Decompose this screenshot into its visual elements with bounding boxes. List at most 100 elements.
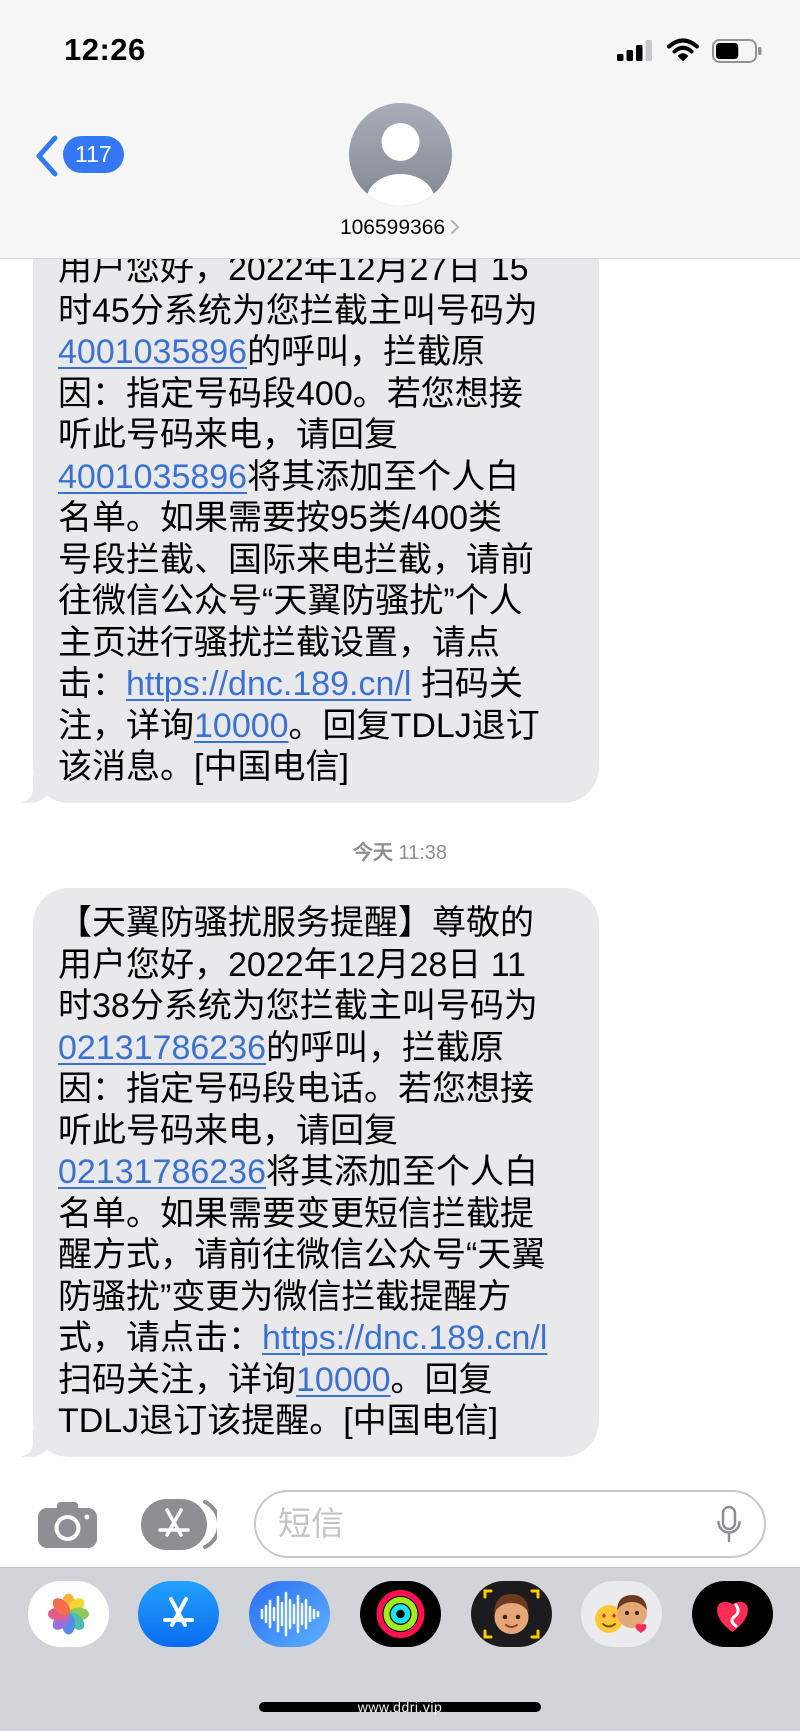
message-text: 的呼叫，拦截原 [247, 333, 486, 371]
app-store-icon[interactable] [141, 1499, 217, 1550]
message-line: 因：指定号码段电话。若您想接 [58, 1069, 579, 1111]
microphone-icon[interactable] [716, 1505, 742, 1543]
battery-icon [712, 39, 762, 63]
message-line: 4001035896将其添加至个人白 [58, 457, 579, 499]
message-text: 号段拦截、国际来电拦截，请前 [58, 540, 534, 579]
audio-message-app-button[interactable] [249, 1581, 330, 1647]
message-line: 主页进行骚扰拦截设置，请点 [58, 623, 579, 665]
message-line: 4001035896的呼叫，拦截原 [58, 332, 579, 374]
signal-bar [626, 50, 633, 61]
message-line: 02131786236的呼叫，拦截原 [58, 1028, 579, 1070]
message-line: 名单。如果需要按95类/400类 [58, 498, 579, 540]
message-input[interactable] [278, 1492, 678, 1556]
message-timestamp: 今天 11:38 [0, 840, 800, 866]
memoji-app-button[interactable] [471, 1581, 552, 1647]
message-input-field[interactable] [254, 1490, 766, 1558]
message-text: 注，详询 [58, 706, 194, 745]
signal-bar [636, 45, 643, 61]
message-line: 名单。如果需要变更短信拦截提 [58, 1194, 579, 1236]
message-link[interactable]: 4001035896 [58, 333, 247, 371]
message-line: 醒方式，请前往微信公众号“天翼 [58, 1235, 579, 1277]
memoji-icon [483, 1589, 540, 1639]
photos-icon [48, 1593, 89, 1635]
message-text: 扫码关 [411, 665, 523, 703]
message-link[interactable]: https://dnc.189.cn/l [262, 1319, 547, 1357]
message-line: 听此号码来电，请回复 [58, 1111, 579, 1153]
chevron-right-icon [451, 220, 460, 234]
message-line: 防骚扰”变更为微信拦截提醒方 [58, 1277, 579, 1319]
message-text: 的呼叫，拦截原 [266, 1028, 505, 1067]
message-line: 02131786236将其添加至个人白 [58, 1152, 579, 1194]
watermark: www.ddri.vip [357, 1699, 443, 1715]
message-text: 醒方式，请前往微信公众号“天翼 [58, 1236, 546, 1274]
message-text: 扫码关注，详询 [58, 1360, 296, 1399]
message-line: 号段拦截、国际来电拦截，请前 [58, 540, 579, 582]
camera-icon[interactable] [36, 1500, 99, 1550]
memoji-stickers-icon [595, 1595, 647, 1633]
message-text: 用户您好，2022年12月28日 11 [58, 945, 527, 984]
message-body: 【天翼防骚扰服务提醒】尊敬的 用户您好，2022年12月28日 11 时38分系统为… [58, 903, 579, 1443]
timestamp-day: 今天 [352, 842, 393, 864]
contact-avatar[interactable] [349, 103, 452, 206]
message-link[interactable]: 10000 [296, 1361, 391, 1399]
chevron-left-icon [36, 135, 58, 177]
message-text: 式，请点击： [58, 1319, 262, 1357]
message-text: 主页进行骚扰拦截设置，请点 [58, 623, 500, 662]
message-text: 将其添加至个人白 [247, 457, 520, 496]
message-text: 。回复 [390, 1360, 493, 1399]
message-text: 因：指定号码段400。若您想接 [58, 374, 523, 413]
message-line: 往微信公众号“天翼防骚扰”个人 [58, 581, 579, 623]
message-line: 【天翼防骚扰服务提醒】尊敬的 [58, 903, 579, 945]
signal-bar [645, 40, 652, 61]
message-line: 扫码关注，详询10000。回复 [58, 1360, 579, 1402]
wifi-icon [667, 38, 699, 61]
message-text: 。回复TDLJ退订 [288, 706, 540, 745]
message-body: 用户您好，2022年12月27日 15 时45分系统为您拦截主叫号码为 400103… [58, 249, 579, 789]
signal-bar [617, 54, 624, 61]
message-line: 时45分系统为您拦截主叫号码为 [58, 291, 579, 333]
app-store-app-button[interactable] [138, 1581, 219, 1647]
message-line: 该消息。[中国电信] [58, 747, 579, 789]
message-text: 往微信公众号“天翼防骚扰”个人 [58, 582, 523, 620]
message-link[interactable]: 02131786236 [58, 1153, 266, 1191]
message-line: 听此号码来电，请回复 [58, 415, 579, 457]
digital-touch-icon [717, 1601, 748, 1632]
message-link[interactable]: https://dnc.189.cn/l [126, 665, 411, 703]
activity-app-button[interactable] [360, 1581, 441, 1647]
message-link[interactable]: 4001035896 [58, 458, 247, 496]
message-line: 用户您好，2022年12月28日 11 [58, 945, 579, 987]
message-line: 因：指定号码段400。若您想接 [58, 374, 579, 416]
contact-name-button[interactable]: 106599366 [0, 214, 800, 242]
message-text: 防骚扰”变更为微信拦截提醒方 [58, 1277, 512, 1316]
message-bubble[interactable]: 【天翼防骚扰服务提醒】尊敬的 用户您好，2022年12月28日 11 时38分系统为… [0, 888, 599, 1457]
message-text: 击： [58, 665, 126, 703]
digital-touch-app-button[interactable] [692, 1581, 773, 1647]
message-line: 击：https://dnc.189.cn/l 扫码关 [58, 664, 579, 706]
message-link[interactable]: 10000 [194, 707, 289, 745]
message-text: 时45分系统为您拦截主叫号码为 [58, 291, 538, 330]
timestamp-time: 11:38 [398, 842, 448, 864]
message-text: 该消息。[中国电信] [58, 748, 349, 786]
photos-app-button[interactable] [28, 1581, 109, 1647]
conversation-header: 12:26 117 106599366 [0, 0, 800, 259]
message-line: 时38分系统为您拦截主叫号码为 [58, 986, 579, 1028]
contact-name: 106599366 [339, 216, 446, 239]
message-text: 【天翼防骚扰服务提醒】尊敬的 [58, 904, 534, 942]
message-text: 名单。如果需要按95类/400类 [58, 499, 502, 537]
status-time: 12:26 [64, 32, 146, 67]
audio-message-icon [260, 1591, 320, 1637]
message-line: 式，请点击：https://dnc.189.cn/l [58, 1318, 579, 1360]
cellular-signal-icon [617, 40, 652, 61]
message-bubble[interactable]: 用户您好，2022年12月27日 15 时45分系统为您拦截主叫号码为 400103… [0, 190, 599, 803]
message-line: 注，详询10000。回复TDLJ退订 [58, 706, 579, 748]
message-text: TDLJ退订该提醒。[中国电信] [58, 1402, 499, 1440]
message-text: 时38分系统为您拦截主叫号码为 [58, 987, 538, 1025]
battery-level [716, 43, 739, 59]
memoji-stickers-app-button[interactable] [581, 1581, 662, 1647]
message-line: TDLJ退订该提醒。[中国电信] [58, 1401, 579, 1443]
back-button[interactable]: 117 [32, 133, 124, 179]
activity-icon [376, 1590, 425, 1638]
message-link[interactable]: 02131786236 [58, 1029, 266, 1067]
unread-count-badge: 117 [63, 136, 124, 173]
message-text: 听此号码来电，请回复 [58, 1111, 398, 1150]
